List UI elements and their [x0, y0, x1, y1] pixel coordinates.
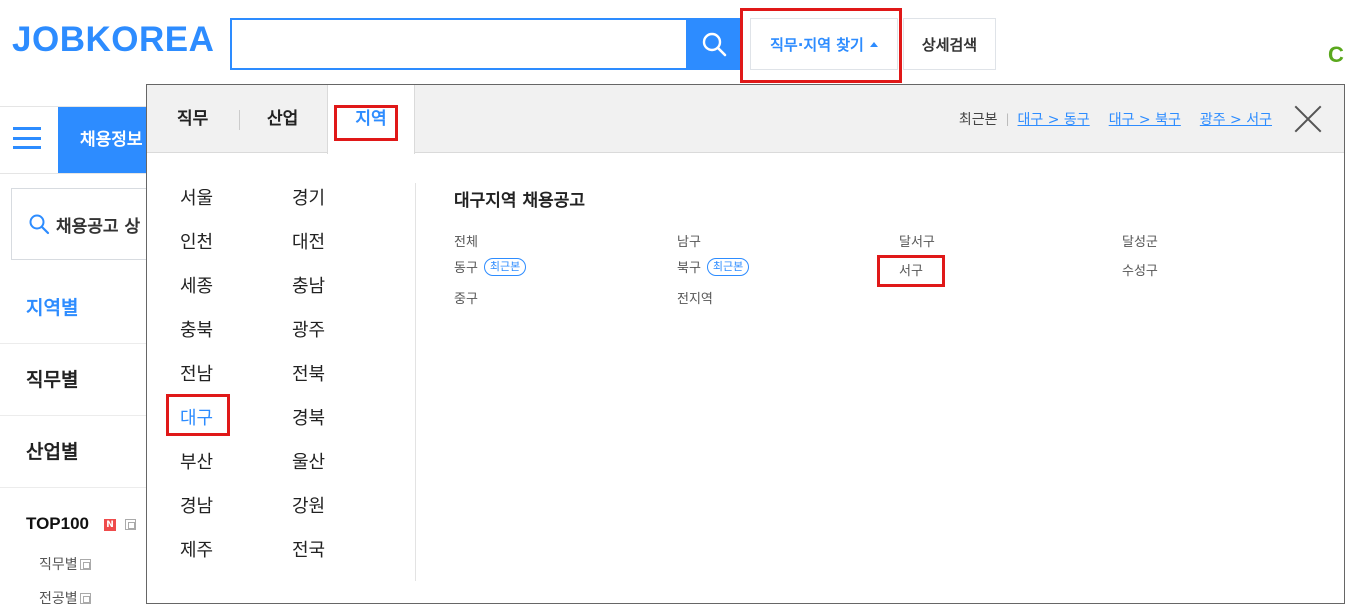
recent-link[interactable]: 광주 > 서구	[1200, 109, 1272, 129]
region-item[interactable]: 서울	[180, 184, 213, 210]
district-item[interactable]: 수성구	[1122, 260, 1158, 279]
region-item[interactable]: 제주	[180, 536, 213, 562]
search-icon	[29, 214, 50, 235]
job-region-find-button[interactable]: 직무·지역 찾기	[750, 18, 898, 70]
region-item[interactable]: 울산	[292, 448, 325, 474]
district-item[interactable]: 달서구	[899, 231, 935, 250]
sidebar-search-label: 채용공고 상	[56, 216, 141, 237]
main-menu-bar: 채용정보	[0, 106, 146, 174]
region-item[interactable]: 충북	[180, 316, 213, 342]
region-item[interactable]: 경남	[180, 492, 213, 518]
jobkorea-logo[interactable]: JOBKOREA	[12, 22, 214, 57]
new-window-icon[interactable]	[125, 519, 136, 530]
sidebar-item-job[interactable]: 직무별	[0, 344, 146, 416]
tab-divider	[239, 110, 240, 130]
job-region-dropdown-panel: 직무 산업 지역 최근본 | 대구 > 동구 대구 > 북구 광주 > 서구 서…	[146, 84, 1345, 604]
tab-industry[interactable]: 산업	[267, 85, 298, 153]
district-item[interactable]: 전체	[454, 231, 478, 250]
top100-link-job[interactable]: 직무별	[39, 554, 91, 574]
caret-up-icon	[869, 41, 878, 47]
district-item[interactable]: 서구	[899, 260, 923, 279]
district-label: 달서구	[899, 235, 935, 250]
region-item[interactable]: 전북	[292, 360, 325, 386]
region-item[interactable]: 인천	[180, 228, 213, 254]
region-item[interactable]: 대전	[292, 228, 325, 254]
recent-viewed-label: 최근본	[958, 112, 998, 128]
region-item[interactable]: 부산	[180, 448, 213, 474]
top100-link-major[interactable]: 전공별	[39, 588, 91, 608]
district-label: 동구	[454, 261, 478, 276]
hamburger-menu-icon[interactable]	[13, 127, 41, 149]
new-badge: N	[104, 519, 116, 531]
district-item[interactable]: 북구 최근본	[677, 257, 750, 276]
search-icon	[702, 32, 727, 57]
tab-region[interactable]: 지역	[327, 85, 415, 154]
detail-search-button[interactable]: 상세검색	[903, 18, 996, 70]
top100-link-job-label: 직무별	[39, 557, 78, 573]
close-icon[interactable]	[1294, 105, 1322, 133]
corner-banner[interactable]: C	[1328, 42, 1344, 68]
district-label: 달성군	[1122, 235, 1158, 250]
new-window-icon	[79, 592, 91, 604]
region-item[interactable]: 충남	[292, 272, 325, 298]
region-item-selected[interactable]: 대구	[180, 404, 213, 430]
sidebar-item-region[interactable]: 지역별	[0, 272, 146, 344]
sidebar-item-industry[interactable]: 산업별	[0, 416, 146, 488]
tab-job-info[interactable]: 채용정보	[58, 107, 146, 173]
top100-heading[interactable]: TOP100	[26, 514, 89, 534]
region-item[interactable]: 강원	[292, 492, 325, 518]
district-item[interactable]: 중구	[454, 288, 478, 307]
district-item[interactable]: 남구	[677, 231, 701, 250]
panel-tab-bar: 직무 산업 지역 최근본 | 대구 > 동구 대구 > 북구 광주 > 서구	[147, 85, 1344, 154]
search-button[interactable]	[686, 18, 742, 70]
district-item[interactable]: 달성군	[1122, 231, 1158, 250]
district-label: 전지역	[677, 292, 713, 307]
new-window-icon	[79, 558, 91, 570]
district-label: 전체	[454, 235, 478, 250]
district-section-title: 대구지역 채용공고	[454, 191, 586, 211]
top100-link-major-label: 전공별	[39, 591, 78, 607]
sidebar-search[interactable]: 채용공고 상	[11, 188, 151, 260]
district-label: 중구	[454, 292, 478, 307]
find-button-label: 직무·지역 찾기	[770, 35, 864, 54]
region-item[interactable]: 전남	[180, 360, 213, 386]
search-input[interactable]	[232, 20, 686, 68]
region-item[interactable]: 경기	[292, 184, 325, 210]
recent-link[interactable]: 대구 > 북구	[1109, 109, 1181, 129]
column-divider	[415, 183, 416, 581]
divider: |	[1005, 112, 1010, 126]
recent-viewed: 최근본 | 대구 > 동구 대구 > 북구 광주 > 서구	[959, 109, 1272, 129]
recent-viewed-badge: 최근본	[483, 257, 527, 276]
district-label: 북구	[677, 261, 701, 276]
region-item[interactable]: 광주	[292, 316, 325, 342]
district-item[interactable]: 동구 최근본	[454, 257, 527, 276]
district-label: 남구	[677, 235, 701, 250]
recent-viewed-badge: 최근본	[706, 257, 750, 276]
district-item[interactable]: 전지역	[677, 288, 713, 307]
region-item[interactable]: 경북	[292, 404, 325, 430]
tab-job[interactable]: 직무	[177, 85, 208, 153]
recent-link[interactable]: 대구 > 동구	[1018, 109, 1090, 129]
district-label: 서구	[899, 264, 923, 279]
region-item[interactable]: 전국	[292, 536, 325, 562]
region-item[interactable]: 세종	[180, 272, 213, 298]
search-field-wrap	[230, 18, 686, 70]
district-label: 수성구	[1122, 264, 1158, 279]
